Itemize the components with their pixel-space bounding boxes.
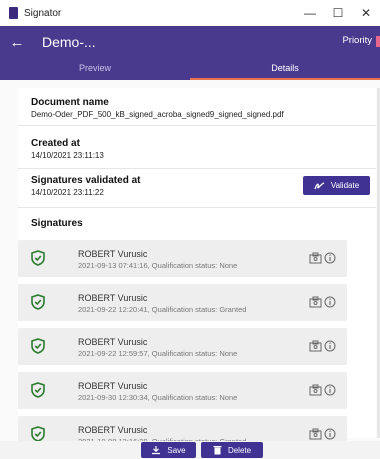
validate-button-label: Validate [330, 181, 360, 190]
maximize-button[interactable]: ☐ [324, 0, 352, 26]
signature-item[interactable]: ROBERT Vurusic 2021-09-22 12:59:57, Qual… [18, 328, 347, 365]
minimize-button[interactable]: — [296, 0, 324, 26]
certificate-icon[interactable] [309, 428, 322, 440]
signature-actions [309, 428, 336, 440]
delete-button[interactable]: Delete [201, 442, 263, 458]
shield-check-icon [31, 338, 45, 354]
save-button[interactable]: Save [141, 442, 196, 458]
trash-icon [213, 446, 222, 455]
signature-item[interactable]: ROBERT Vurusic 2021-09-13 07:41:16, Qual… [18, 240, 347, 277]
document-name-label: Document name [31, 97, 109, 108]
app-header: ← Demo-... Priority [0, 26, 380, 58]
shield-check-icon [31, 382, 45, 398]
signature-item[interactable]: ROBERT Vurusic 2021-09-30 12:30:34, Qual… [18, 372, 347, 409]
signer-name: ROBERT Vurusic [78, 249, 148, 259]
app-logo-icon [9, 7, 18, 19]
certificate-icon[interactable] [309, 384, 322, 396]
info-icon[interactable] [324, 296, 336, 308]
window-controls: — ☐ ✕ [296, 0, 380, 26]
signer-name: ROBERT Vurusic [78, 381, 148, 391]
window-title: Signator [24, 7, 62, 19]
info-icon[interactable] [324, 428, 336, 440]
signer-name: ROBERT Vurusic [78, 425, 148, 435]
document-title: Demo-... [42, 34, 96, 50]
tab-bar: Preview Details [0, 58, 380, 80]
shield-check-icon [31, 250, 45, 266]
validated-section: Signatures validated at 14/10/2021 23:11… [18, 169, 376, 208]
signature-actions [309, 340, 336, 352]
created-at-section: Created at 14/10/2021 23:11:13 [18, 126, 376, 169]
shield-check-icon [31, 426, 45, 442]
priority-indicator [376, 36, 380, 47]
signature-meta: 2021-09-22 12:59:57, Qualification statu… [78, 349, 238, 358]
action-bar: Save Delete [0, 441, 380, 459]
info-icon[interactable] [324, 384, 336, 396]
info-icon[interactable] [324, 252, 336, 264]
title-bar: Signator — ☐ ✕ [0, 0, 380, 26]
signer-name: ROBERT Vurusic [78, 293, 148, 303]
shield-check-icon [31, 294, 45, 310]
info-icon[interactable] [324, 340, 336, 352]
certificate-icon[interactable] [309, 296, 322, 308]
document-name-section: Document name Demo-Oder_PDF_500_kB_signe… [18, 88, 376, 126]
signer-name: ROBERT Vurusic [78, 337, 148, 347]
signature-pen-icon [314, 181, 325, 189]
document-name-value: Demo-Oder_PDF_500_kB_signed_acroba_signe… [31, 110, 284, 119]
validate-button[interactable]: Validate [303, 176, 370, 195]
back-arrow-icon[interactable]: ← [2, 34, 32, 51]
tab-preview[interactable]: Preview [0, 58, 190, 80]
signature-actions [309, 296, 336, 308]
certificate-icon[interactable] [309, 252, 322, 264]
delete-button-label: Delete [227, 445, 252, 455]
save-icon [152, 446, 161, 455]
priority-toggle[interactable]: Priority [342, 35, 372, 46]
signature-meta: 2021-09-30 12:30:34, Qualification statu… [78, 393, 238, 402]
signature-meta: 2021-09-22 12:20:41, Qualification statu… [78, 305, 247, 314]
signature-meta: 2021-09-13 07:41:16, Qualification statu… [78, 261, 238, 270]
signature-list: ROBERT Vurusic 2021-09-13 07:41:16, Qual… [18, 240, 347, 459]
signature-actions [309, 384, 336, 396]
signatures-heading: Signatures [31, 218, 83, 229]
certificate-icon[interactable] [309, 340, 322, 352]
close-button[interactable]: ✕ [352, 0, 380, 26]
tab-details[interactable]: Details [190, 58, 380, 80]
signature-actions [309, 252, 336, 264]
created-at-label: Created at [31, 138, 80, 149]
app-window: Signator — ☐ ✕ ← Demo-... Priority Previ… [0, 0, 380, 459]
created-at-value: 14/10/2021 23:11:13 [31, 151, 104, 160]
signature-item[interactable]: ROBERT Vurusic 2021-09-22 12:20:41, Qual… [18, 284, 347, 321]
save-button-label: Save [167, 445, 186, 455]
